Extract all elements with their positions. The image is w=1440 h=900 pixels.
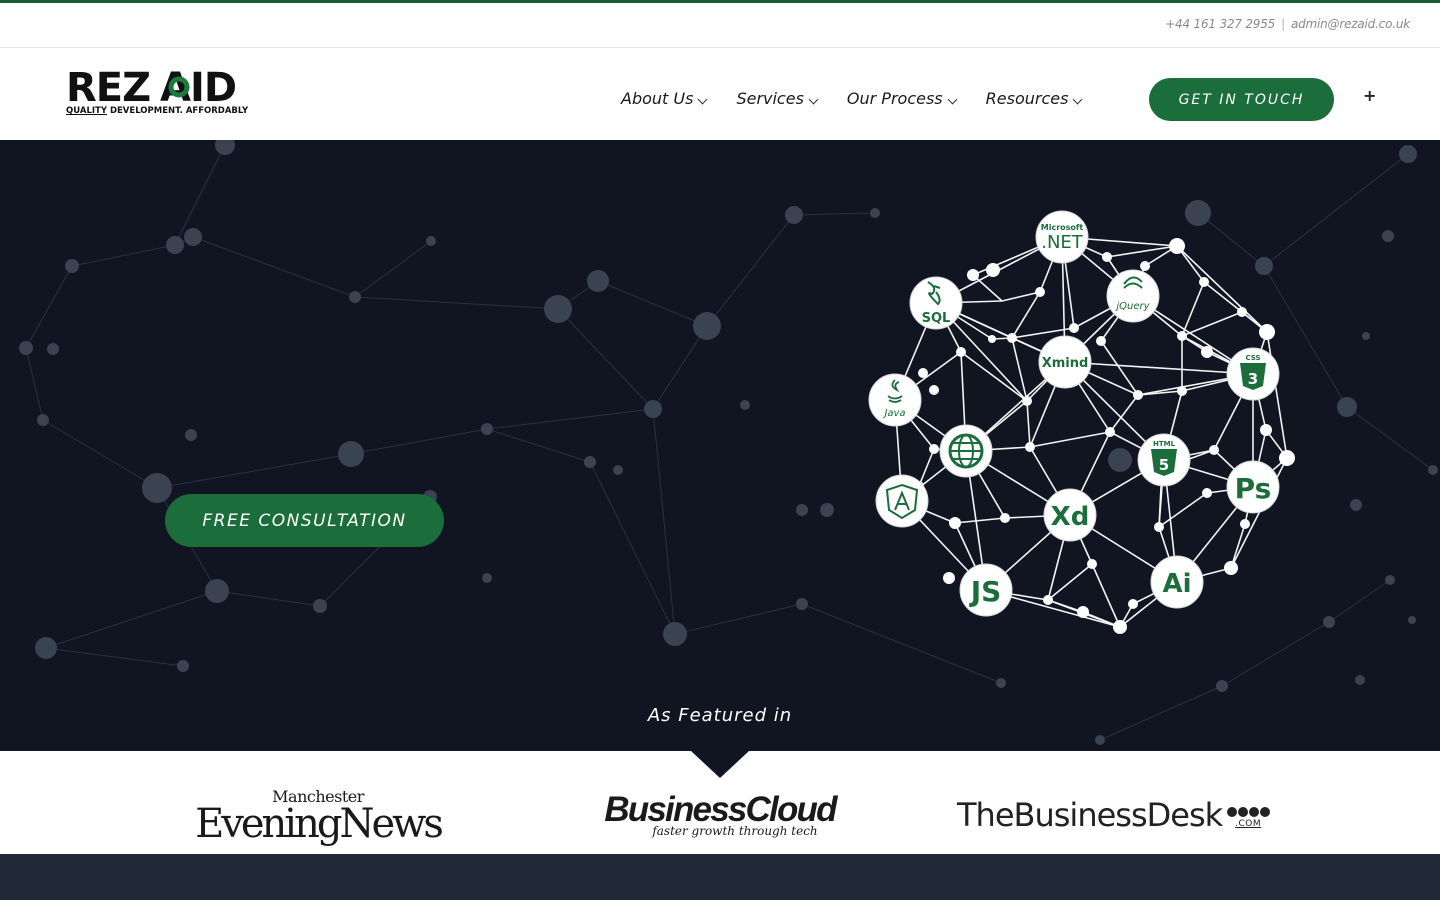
thebusinessdesk-logo[interactable]: TheBusinessDesk .COM bbox=[957, 797, 1297, 833]
angular-badge bbox=[875, 474, 929, 528]
sql-badge-label: SQL bbox=[922, 311, 951, 326]
tech-sphere: Microsoft .NET jQuery SQL Xmind CSS 3 Ja… bbox=[868, 210, 1295, 634]
nav-label: Resources bbox=[985, 88, 1069, 108]
tbd-logo-mark: .COM bbox=[1226, 807, 1270, 829]
javascript-badge: JS bbox=[959, 563, 1013, 617]
email-link[interactable]: admin@rezaid.co.uk bbox=[1291, 17, 1410, 31]
jquery-badge: jQuery bbox=[1106, 269, 1160, 323]
contact-info: +44 161 327 2955 | admin@rezaid.co.uk bbox=[1165, 17, 1410, 31]
manchester-evening-news-logo[interactable]: Manchester EveningNews bbox=[192, 789, 444, 847]
chevron-down-icon bbox=[947, 94, 958, 104]
phone-link[interactable]: +44 161 327 2955 bbox=[1165, 17, 1275, 31]
javascript-badge-label: JS bbox=[969, 575, 1002, 608]
hero-section: Microsoft .NET jQuery SQL Xmind CSS 3 Ja… bbox=[0, 140, 1440, 751]
next-section-band bbox=[0, 854, 1440, 900]
chevron-down-icon bbox=[808, 94, 819, 104]
logo-tagline-rest: DEVELOPMENT. AFFORDABLY bbox=[106, 106, 249, 116]
contact-separator: | bbox=[1281, 17, 1285, 31]
dotnet-badge: Microsoft .NET bbox=[1035, 210, 1089, 264]
businesscloud-logo[interactable]: BusinessCloud faster growth through tech bbox=[604, 792, 837, 838]
nav-item-about-us[interactable]: About Us bbox=[621, 88, 708, 108]
jquery-badge-label: jQuery bbox=[1114, 301, 1150, 312]
free-consultation-button[interactable]: FREE CONSULTATION bbox=[165, 494, 444, 547]
chevron-down-icon bbox=[1072, 94, 1083, 104]
men-logo-bottom: EveningNews bbox=[195, 801, 444, 847]
bc-logo-name: BusinessCloud bbox=[604, 790, 837, 829]
css3-badge-small: CSS bbox=[1245, 354, 1260, 362]
logo-tagline-underlined: QUALITY bbox=[66, 106, 107, 116]
tech-badges: Microsoft .NET jQuery SQL Xmind CSS 3 Ja… bbox=[868, 210, 1280, 617]
bc-logo-tagline: faster growth through tech bbox=[652, 824, 818, 838]
sql-badge: SQL bbox=[909, 276, 963, 330]
logo-tagline: QUALITY DEVELOPMENT. AFFORDABLY bbox=[66, 106, 248, 116]
xmind-badge: Xmind bbox=[1038, 335, 1092, 389]
nav-label: About Us bbox=[621, 88, 694, 108]
press-logos-band: Manchester EveningNews BusinessCloud fas… bbox=[0, 751, 1440, 854]
photoshop-badge: Ps bbox=[1226, 460, 1280, 514]
top-contact-bar: +44 161 327 2955 | admin@rezaid.co.uk bbox=[0, 3, 1440, 48]
web-globe-badge bbox=[939, 424, 993, 478]
nav-label: Services bbox=[736, 88, 804, 108]
xmind-badge-label: Xmind bbox=[1042, 356, 1089, 371]
css3-badge: CSS 3 bbox=[1226, 347, 1280, 401]
java-badge: Java bbox=[868, 373, 922, 427]
xd-badge: Xd bbox=[1043, 488, 1097, 542]
site-header: REZ AID QUALITY DEVELOPMENT. AFFORDABLY … bbox=[0, 48, 1440, 136]
site-logo[interactable]: REZ AID QUALITY DEVELOPMENT. AFFORDABLY bbox=[66, 65, 248, 116]
plus-icon[interactable]: + bbox=[1363, 86, 1376, 105]
chevron-down-icon bbox=[697, 94, 708, 104]
xd-badge-label: Xd bbox=[1051, 502, 1090, 532]
tbd-logo-name: TheBusinessDesk bbox=[957, 796, 1223, 834]
logo-prefix: REZ bbox=[66, 66, 150, 111]
as-featured-heading: As Featured in bbox=[647, 705, 793, 726]
dotnet-badge-small: Microsoft bbox=[1041, 223, 1084, 232]
main-nav: About Us Services Our Process Resources bbox=[621, 85, 1111, 111]
photoshop-badge-label: Ps bbox=[1235, 472, 1272, 505]
nav-label: Our Process bbox=[846, 88, 943, 108]
get-in-touch-button[interactable]: GET IN TOUCH bbox=[1149, 78, 1334, 121]
html5-badge-numeral: 5 bbox=[1159, 456, 1169, 474]
dotnet-badge-label: .NET bbox=[1041, 232, 1084, 253]
html5-badge: HTML 5 bbox=[1137, 433, 1191, 487]
html5-badge-small: HTML bbox=[1153, 440, 1176, 448]
nav-item-services[interactable]: Services bbox=[736, 88, 819, 108]
illustrator-badge: Ai bbox=[1150, 555, 1204, 609]
illustrator-badge-label: Ai bbox=[1162, 569, 1191, 599]
tbd-logo-com: .COM bbox=[1235, 819, 1262, 829]
nav-item-our-process[interactable]: Our Process bbox=[846, 88, 958, 108]
css3-badge-numeral: 3 bbox=[1248, 370, 1258, 388]
section-notch bbox=[691, 751, 749, 778]
java-badge-label: Java bbox=[882, 408, 905, 419]
nav-item-resources[interactable]: Resources bbox=[985, 88, 1083, 108]
